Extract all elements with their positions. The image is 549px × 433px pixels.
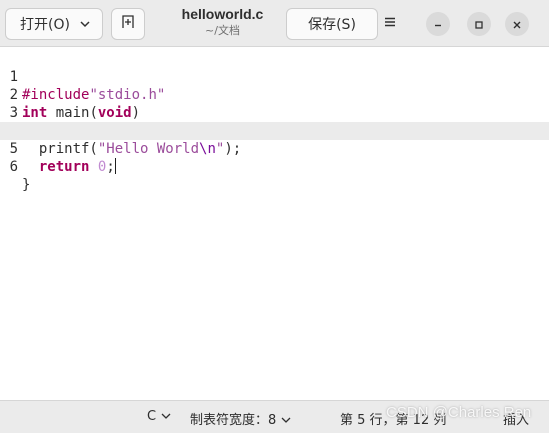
insert-mode-label: 插入 (503, 413, 530, 428)
open-button[interactable]: 打开(O) (5, 8, 103, 40)
document-title: helloworld.c (181, 6, 264, 22)
gedit-window: 打开(O) helloworld.c ~/文档 保存(S) 1 #include… (0, 0, 549, 433)
tab-width-label: 制表符宽度：8 (190, 413, 277, 428)
cursor-position-label: 第 5 行，第 12 列 (340, 413, 447, 428)
code-line: 6 } (0, 140, 549, 193)
cursor-position[interactable]: 第 5 行，第 12 列 (340, 409, 446, 428)
close-icon (512, 15, 522, 34)
code-line: 2 int main(void) (0, 68, 549, 121)
open-button-label: 打开(O) (20, 17, 70, 33)
hamburger-menu-icon (383, 15, 397, 33)
chevron-down-icon (280, 414, 292, 430)
code-line: 3 { (0, 86, 549, 139)
new-tab-icon (120, 14, 136, 34)
status-bar: C 制表符宽度：8 第 5 行，第 12 列 插入 (0, 400, 549, 433)
line-text: } (22, 177, 31, 193)
save-button[interactable]: 保存(S) (286, 8, 378, 40)
save-button-label: 保存(S) (308, 17, 356, 33)
menu-button[interactable] (372, 8, 408, 40)
code-line-current: 5 return 0; (0, 122, 549, 175)
code-line: 1 #include"stdio.h" (0, 50, 549, 103)
code-editor[interactable]: 1 #include"stdio.h" 2 int main(void) 3 {… (0, 47, 549, 400)
minimize-icon (433, 15, 443, 34)
window-title-block: helloworld.c ~/文档 (150, 5, 295, 38)
code-line: 4 printf("Hello World\n"); (0, 104, 549, 157)
insert-mode: 插入 (503, 409, 529, 428)
header-bar: 打开(O) helloworld.c ~/文档 保存(S) (0, 0, 549, 47)
chevron-down-icon (160, 410, 172, 426)
text-cursor (114, 158, 116, 174)
close-button[interactable] (505, 12, 529, 36)
document-path: ~/文档 (205, 24, 240, 37)
line-number: 6 (9, 159, 18, 175)
chevron-down-icon (78, 17, 92, 31)
new-tab-button[interactable] (111, 8, 145, 40)
language-label: C (147, 409, 157, 424)
minimize-button[interactable] (426, 12, 450, 36)
maximize-button[interactable] (467, 12, 491, 36)
tab-width-selector[interactable]: 制表符宽度：8 (190, 409, 292, 430)
maximize-icon (474, 15, 484, 34)
language-selector[interactable]: C (147, 409, 172, 426)
